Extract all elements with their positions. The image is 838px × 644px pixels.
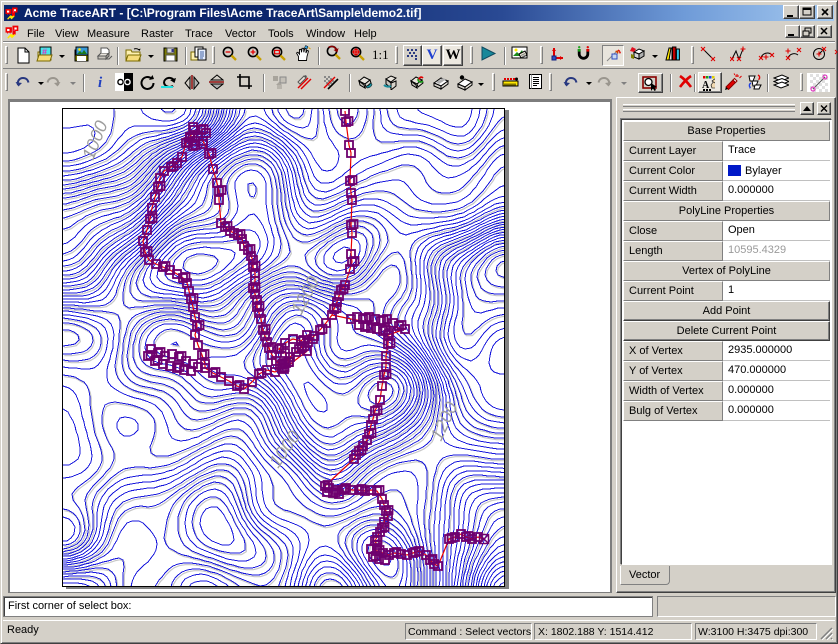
svg-text:1:1: 1:1 xyxy=(372,47,389,62)
svg-text:i: i xyxy=(98,75,103,90)
